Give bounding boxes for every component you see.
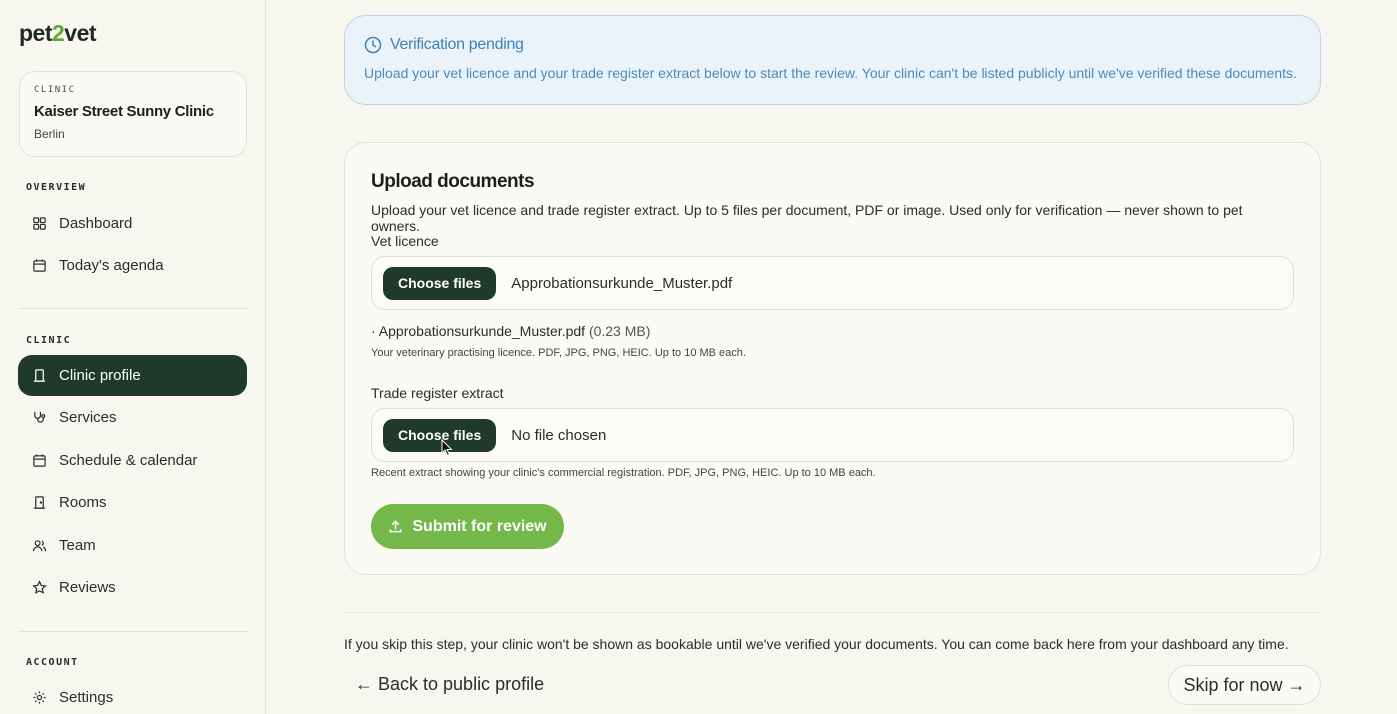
verification-banner: Verification pending Upload your vet lic… — [344, 15, 1321, 105]
clinic-switcher[interactable]: CLINIC Kaiser Street Sunny Clinic Berlin — [19, 71, 247, 157]
logo[interactable]: pet2vet — [19, 20, 97, 47]
sidebar-item-clinic-profile[interactable]: Clinic profile — [18, 355, 247, 396]
sidebar-item-label: Settings — [59, 689, 114, 706]
skip-for-now-button[interactable]: Skip for now → — [1168, 665, 1321, 705]
sidebar-item-label: Today's agenda — [59, 257, 164, 274]
upload-documents-card: Upload documents Upload your vet licence… — [344, 142, 1321, 575]
back-to-public-profile-link[interactable]: ← Back to public profile — [355, 674, 544, 695]
trade-register-chosen-file: No file chosen — [511, 426, 607, 444]
sidebar-item-settings[interactable]: Settings — [18, 677, 247, 714]
door-icon — [31, 495, 47, 511]
vet-licence-choose-files-button[interactable]: Choose files — [383, 266, 497, 300]
section-label-overview: OVERVIEW — [26, 182, 87, 193]
clock-icon — [364, 36, 382, 54]
vet-licence-file-entry: · Approbationsurkunde_Muster.pdf (0.23 M… — [371, 323, 651, 339]
banner-title: Verification pending — [364, 36, 1301, 54]
calendar-icon — [31, 258, 47, 274]
users-icon — [31, 538, 47, 554]
sidebar-item-label: Dashboard — [59, 215, 133, 232]
gear-icon — [31, 690, 47, 706]
vet-licence-file-input[interactable]: Choose files Approbationsurkunde_Muster.… — [371, 256, 1294, 310]
upload-title: Upload documents — [371, 171, 535, 192]
sidebar-item-label: Clinic profile — [59, 367, 141, 384]
sidebar-item-label: Team — [59, 537, 96, 554]
clinic-name: Kaiser Street Sunny Clinic — [34, 103, 214, 120]
section-label-account: ACCOUNT — [26, 657, 79, 668]
sidebar: pet2vet CLINIC Kaiser Street Sunny Clini… — [0, 0, 266, 714]
mouse-cursor-icon — [441, 439, 453, 457]
section-label-clinic: CLINIC — [26, 335, 72, 346]
trade-register-file-input[interactable]: Choose files No file chosen — [371, 408, 1294, 462]
clinic-city: Berlin — [34, 127, 65, 141]
sidebar-item-reviews[interactable]: Reviews — [18, 567, 247, 608]
stethoscope-icon — [31, 410, 47, 426]
sidebar-divider — [18, 308, 248, 309]
upload-description: Upload your vet licence and trade regist… — [371, 202, 1243, 234]
sidebar-item-label: Schedule & calendar — [59, 452, 198, 469]
vet-licence-hint: Your veterinary practising licence. PDF,… — [371, 347, 746, 359]
calendar-icon — [31, 453, 47, 469]
building-icon — [31, 368, 47, 384]
sidebar-item-schedule-calendar[interactable]: Schedule & calendar — [18, 440, 247, 481]
trade-register-choose-files-button[interactable]: Choose files — [383, 418, 497, 452]
sidebar-item-dashboard[interactable]: Dashboard — [18, 203, 247, 244]
clinic-tag: CLINIC — [34, 85, 76, 95]
sidebar-item-services[interactable]: Services — [18, 397, 247, 438]
banner-text: Upload your vet licence and your trade r… — [364, 65, 1297, 81]
sidebar-item-team[interactable]: Team — [18, 525, 247, 566]
sidebar-item-label: Reviews — [59, 579, 116, 596]
sidebar-item-todays-agenda[interactable]: Today's agenda — [18, 245, 247, 286]
submit-for-review-button[interactable]: Submit for review — [371, 504, 564, 549]
grid-icon — [31, 216, 47, 232]
vet-licence-label: Vet licence — [371, 233, 439, 249]
sidebar-item-label: Rooms — [59, 494, 107, 511]
trade-register-label: Trade register extract — [371, 385, 504, 401]
footer-divider — [344, 612, 1321, 613]
trade-register-hint: Recent extract showing your clinic's com… — [371, 467, 876, 479]
star-icon — [31, 580, 47, 596]
sidebar-divider — [18, 631, 248, 632]
vet-licence-chosen-file: Approbationsurkunde_Muster.pdf — [511, 274, 733, 292]
upload-icon — [389, 520, 402, 533]
sidebar-item-label: Services — [59, 409, 117, 426]
skip-note: If you skip this step, your clinic won't… — [344, 636, 1289, 652]
sidebar-item-rooms[interactable]: Rooms — [18, 482, 247, 523]
